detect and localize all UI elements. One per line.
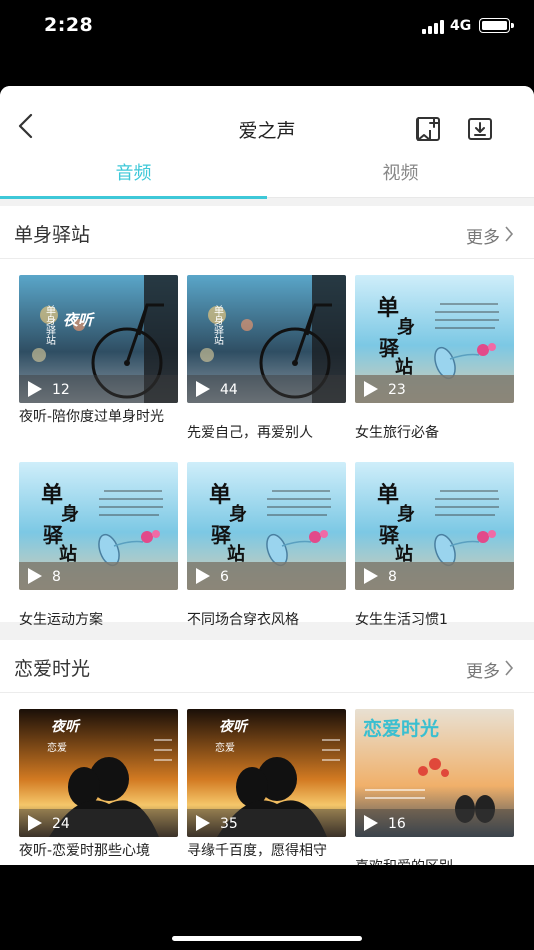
media-thumbnail[interactable]: 夜听 恋爱 35 [187, 709, 346, 837]
play-overlay: 8 [355, 562, 514, 590]
svg-text:身: 身 [61, 503, 79, 525]
tab-audio-label: 音频 [115, 163, 152, 184]
battery-icon [479, 18, 514, 33]
svg-text:身: 身 [397, 316, 415, 338]
section-love-time: 恋爱时光 更多 夜听 恋爱 24 夜听-恋爱时那些心境 夜听 恋爱 35 寻缘千… [0, 640, 534, 865]
download-button[interactable] [467, 116, 493, 142]
media-title: 寻缘千百度，愿得相守 [187, 843, 327, 859]
media-thumbnail[interactable]: 单 身 驿 站 6 [187, 462, 346, 590]
media-card[interactable]: 单身驿站 44 先爱自己，再爱别人 [187, 275, 346, 450]
home-indicator[interactable] [172, 936, 362, 941]
section-title: 恋爱时光 [14, 658, 91, 680]
media-thumbnail[interactable]: 夜听 恋爱 24 [19, 709, 178, 837]
svg-text:身: 身 [397, 503, 415, 525]
tab-underline [0, 196, 267, 199]
media-thumbnail[interactable]: 恋爱时光 16 [355, 709, 514, 837]
nav-bar: 爱之声 [0, 86, 534, 152]
media-card[interactable]: 单身驿站 夜听 12 夜听-陪你度过单身时光 [19, 275, 178, 450]
tab-bar: 音频 视频 [0, 152, 534, 199]
play-count: 44 [220, 382, 238, 398]
play-icon [28, 568, 42, 584]
media-thumbnail[interactable]: 单 身 驿 站 8 [355, 462, 514, 590]
svg-text:单: 单 [209, 482, 231, 508]
play-count: 6 [220, 569, 229, 585]
media-card[interactable]: 夜听 恋爱 35 寻缘千百度，愿得相守 [187, 709, 346, 865]
media-thumbnail[interactable]: 单 身 驿 站 8 [19, 462, 178, 590]
svg-text:身: 身 [229, 503, 247, 525]
tab-video[interactable]: 视频 [267, 152, 534, 198]
more-link[interactable]: 更多 [466, 657, 500, 682]
media-title: 女生旅行必备 [355, 425, 439, 441]
network-label: 4G [450, 18, 472, 34]
svg-text:单: 单 [41, 482, 63, 508]
svg-text:单身驿站: 单身驿站 [44, 305, 56, 346]
play-overlay: 16 [355, 809, 514, 837]
tab-video-label: 视频 [382, 163, 419, 184]
play-icon [196, 568, 210, 584]
media-card[interactable]: 夜听 恋爱 24 夜听-恋爱时那些心境 [19, 709, 178, 865]
svg-text:恋爱: 恋爱 [47, 741, 67, 754]
status-time: 2:28 [44, 14, 94, 36]
media-title: 夜听-恋爱时那些心境 [19, 843, 151, 859]
tab-audio[interactable]: 音频 [0, 152, 267, 199]
svg-text:夜听: 夜听 [63, 311, 95, 329]
play-count: 8 [388, 569, 397, 585]
svg-text:恋爱: 恋爱 [215, 741, 235, 754]
play-count: 8 [52, 569, 61, 585]
add-bookmark-button[interactable] [415, 116, 441, 142]
svg-text:单: 单 [377, 482, 399, 508]
media-card[interactable]: 单 身 驿 站 8 女生运动方案 [19, 462, 178, 637]
play-overlay: 6 [187, 562, 346, 590]
media-title: 不同场合穿衣风格 [187, 612, 299, 628]
play-count: 12 [52, 382, 70, 398]
section-header: 单身驿站 更多 [0, 206, 534, 259]
play-overlay: 23 [355, 375, 514, 403]
media-thumbnail[interactable]: 单身驿站 夜听 12 [19, 275, 178, 403]
svg-text:单: 单 [377, 295, 399, 321]
svg-text:夜听: 夜听 [219, 718, 249, 735]
download-icon [468, 118, 492, 140]
section-single-station: 单身驿站 更多 单身驿站 夜听 12 夜听-陪你度过单身时光 单身驿站 44 先… [0, 206, 534, 628]
media-card[interactable]: 恋爱时光 16 喜欢和爱的区别 [355, 709, 514, 865]
media-title: 先爱自己，再爱别人 [187, 425, 313, 441]
play-overlay: 44 [187, 375, 346, 403]
media-title: 夜听-陪你度过单身时光 [19, 409, 165, 425]
media-title: 女生运动方案 [19, 612, 103, 628]
media-thumbnail[interactable]: 单 身 驿 站 23 [355, 275, 514, 403]
more-link[interactable]: 更多 [466, 223, 500, 248]
section-header: 恋爱时光 更多 [0, 640, 534, 693]
svg-text:恋爱时光: 恋爱时光 [363, 717, 439, 740]
more-chevron-icon[interactable] [504, 226, 514, 242]
more-chevron-icon[interactable] [504, 660, 514, 676]
main-sheet: 爱之声 音频 视频 单身驿站 更多 单身驿站 夜听 12 夜听-陪你度过单身时光… [0, 86, 534, 865]
play-icon [28, 381, 42, 397]
play-overlay: 35 [187, 809, 346, 837]
media-card[interactable]: 单 身 驿 站 8 女生生活习惯1 [355, 462, 514, 637]
play-icon [196, 381, 210, 397]
page-title: 爱之声 [238, 120, 296, 142]
media-title: 女生生活习惯1 [355, 612, 448, 628]
media-thumbnail[interactable]: 单身驿站 44 [187, 275, 346, 403]
play-overlay: 12 [19, 375, 178, 403]
play-count: 23 [388, 382, 406, 398]
play-overlay: 8 [19, 562, 178, 590]
add-bookmark-icon [416, 117, 440, 141]
play-count: 16 [388, 816, 406, 832]
play-count: 24 [52, 816, 70, 832]
play-count: 35 [220, 816, 238, 832]
play-icon [364, 815, 378, 831]
svg-text:夜听: 夜听 [51, 718, 81, 735]
signal-icon [422, 20, 446, 34]
media-title: 喜欢和爱的区别 [355, 859, 514, 865]
media-card[interactable]: 单 身 驿 站 6 不同场合穿衣风格 [187, 462, 346, 637]
play-icon [28, 815, 42, 831]
play-icon [364, 568, 378, 584]
section-title: 单身驿站 [14, 224, 91, 246]
play-icon [196, 815, 210, 831]
media-card[interactable]: 单 身 驿 站 23 女生旅行必备 [355, 275, 514, 450]
play-icon [364, 381, 378, 397]
status-bar: 2:28 4G [0, 0, 534, 56]
svg-text:单身驿站: 单身驿站 [212, 305, 224, 346]
play-overlay: 24 [19, 809, 178, 837]
